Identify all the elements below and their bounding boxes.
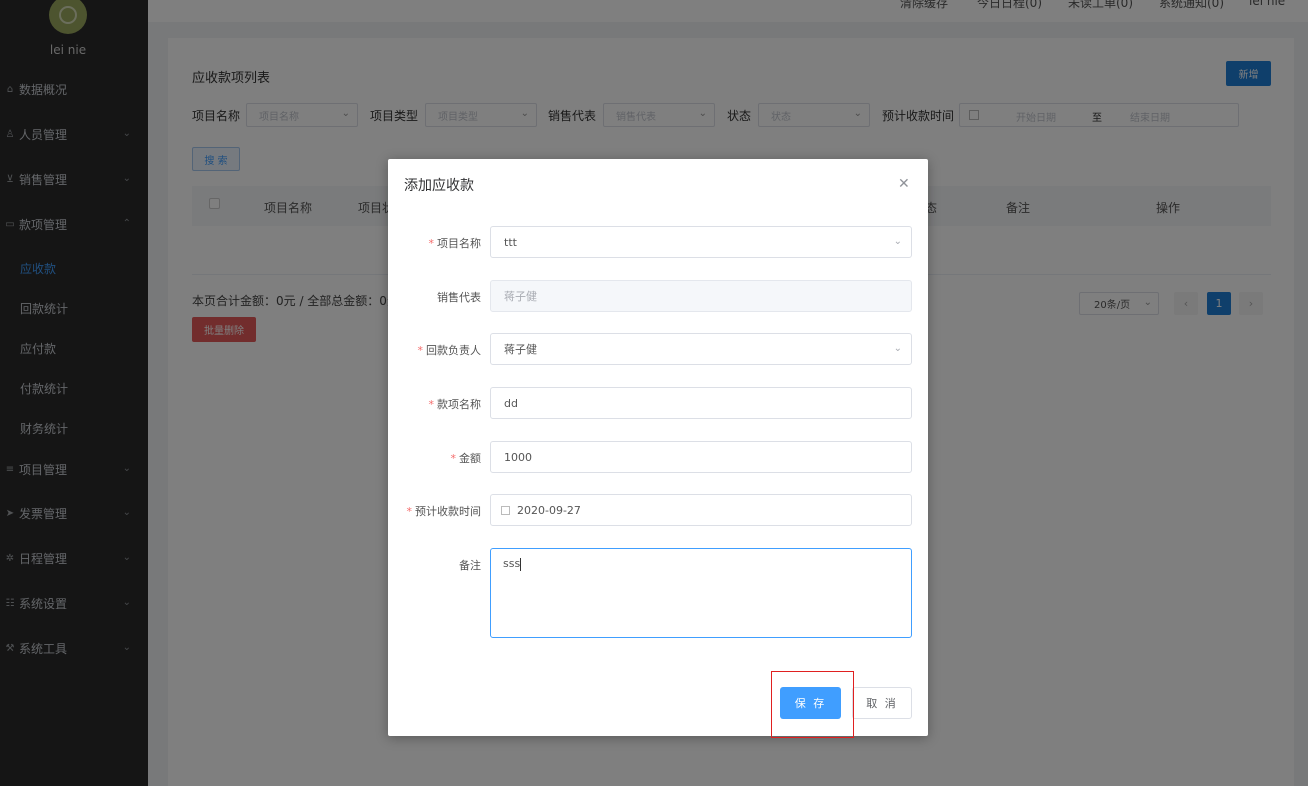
calendar-icon (501, 505, 510, 515)
expected-date-picker[interactable]: 2020-09-27 (490, 494, 912, 526)
form-label: * 回款负责人 (417, 344, 482, 357)
field-value: 蒋子健 (504, 290, 537, 303)
chevron-down-icon: ⌄ (893, 236, 902, 247)
field-value: sss (503, 557, 521, 570)
chevron-down-icon: ⌄ (893, 343, 902, 354)
dialog-title: 添加应收款 (404, 178, 474, 194)
form-label: * 金额 (450, 452, 482, 465)
field-value: 2020-09-27 (517, 503, 581, 517)
text-caret (520, 557, 522, 571)
sales-rep-field: 蒋子健 (490, 280, 912, 312)
form-label: 备注 (459, 559, 481, 572)
amount-input[interactable]: 1000 (490, 441, 912, 473)
form-label: * 款项名称 (428, 398, 482, 411)
form-label: 销售代表 (437, 291, 481, 304)
highlight-box (771, 671, 854, 738)
field-value: dd (504, 396, 518, 410)
field-value: 蒋子健 (504, 343, 537, 356)
remark-textarea[interactable]: sss (490, 548, 912, 638)
field-value: ttt (504, 235, 517, 249)
collection-owner-select[interactable]: 蒋子健 ⌄ (490, 333, 912, 365)
project-name-select[interactable]: ttt ⌄ (490, 226, 912, 258)
item-name-input[interactable]: dd (490, 387, 912, 419)
field-value: 1000 (504, 450, 532, 464)
close-icon[interactable]: ✕ (898, 176, 910, 192)
form-label: * 项目名称 (428, 237, 482, 250)
add-receivable-dialog: 添加应收款 ✕ * 项目名称 ttt ⌄ 销售代表 蒋子健 * 回款负责人 蒋子健 … (388, 159, 928, 738)
form-label: * 预计收款时间 (406, 505, 482, 518)
cancel-button[interactable]: 取 消 (852, 687, 912, 719)
